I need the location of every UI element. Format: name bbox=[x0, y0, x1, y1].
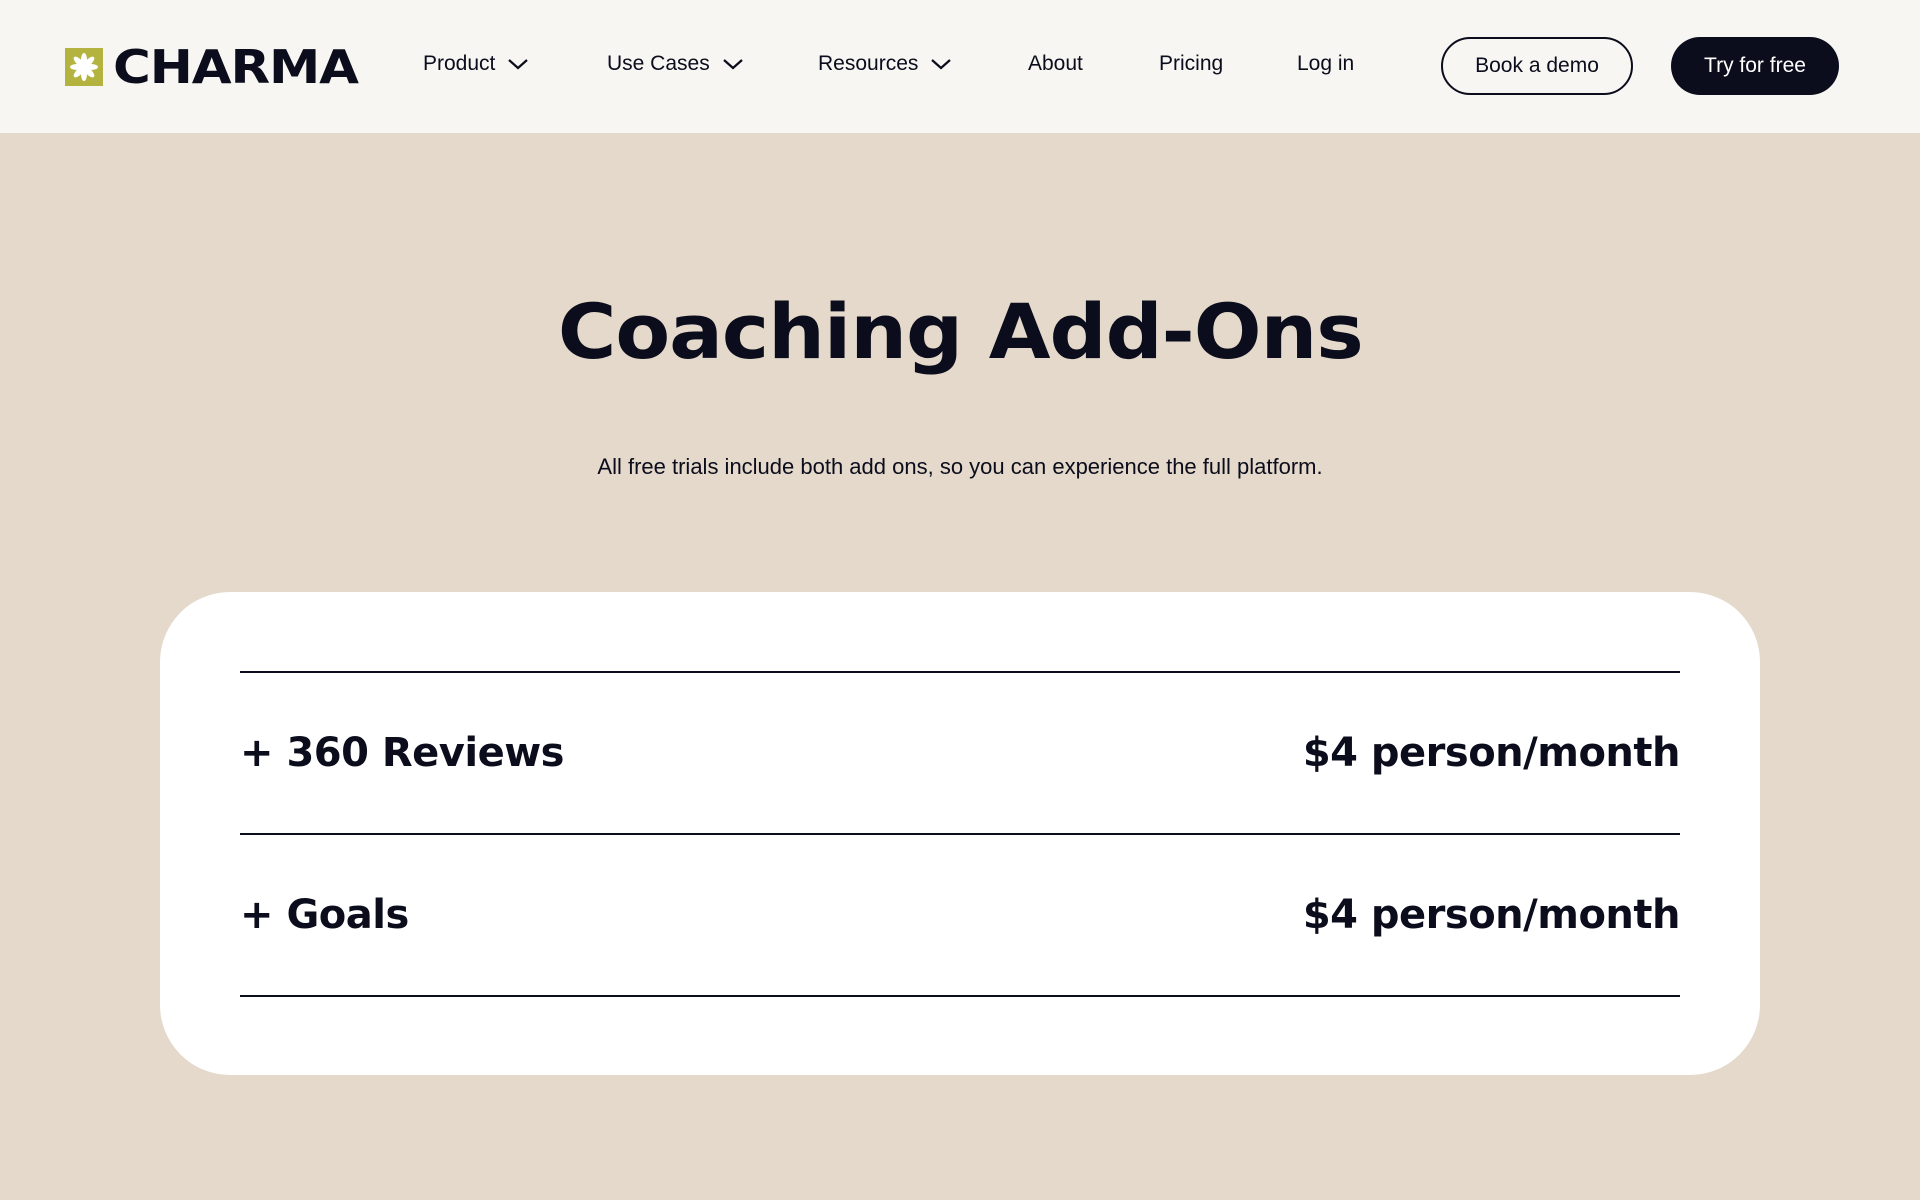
chevron-down-icon bbox=[931, 59, 952, 70]
nav-item-about[interactable]: About bbox=[1028, 50, 1083, 78]
nav-item-label: Product bbox=[423, 52, 496, 75]
nav-item-log-in[interactable]: Log in bbox=[1297, 50, 1354, 78]
addon-price: $4 person/month bbox=[1302, 892, 1681, 938]
starburst-icon bbox=[65, 48, 103, 86]
page-title-text: Coaching Add-Ons bbox=[557, 287, 1364, 376]
addon-name: + 360 Reviews bbox=[240, 730, 564, 776]
charma-logo[interactable]: CHARMA bbox=[65, 44, 359, 90]
addons-list: + 360 Reviews $4 person/month + Goals $4… bbox=[240, 671, 1681, 997]
chevron-down-icon bbox=[508, 59, 529, 70]
brand-name: CHARMA bbox=[113, 40, 359, 94]
addons-card: + 360 Reviews $4 person/month + Goals $4… bbox=[160, 592, 1760, 1075]
addon-name: + Goals bbox=[240, 892, 409, 938]
addon-price: $4 person/month bbox=[1302, 730, 1681, 776]
nav-item-label: Pricing bbox=[1159, 52, 1224, 75]
nav-item-use-cases[interactable]: Use Cases bbox=[607, 50, 744, 78]
nav-item-label: Log in bbox=[1297, 52, 1355, 75]
addon-row-goals: + Goals $4 person/month bbox=[240, 835, 1681, 997]
nav-item-label: Use Cases bbox=[607, 52, 710, 75]
book-demo-button[interactable]: Book a demo bbox=[1441, 37, 1633, 95]
nav-item-resources[interactable]: Resources bbox=[818, 50, 952, 78]
page-title: Coaching Add-Ons bbox=[0, 282, 1920, 382]
addon-row-360-reviews: + 360 Reviews $4 person/month bbox=[240, 673, 1681, 835]
site-header: CHARMA Product Use Cases Resources About… bbox=[0, 0, 1920, 133]
nav-item-label: About bbox=[1028, 52, 1083, 75]
nav-item-product[interactable]: Product bbox=[423, 50, 529, 78]
page-subtitle: All free trials include both add ons, so… bbox=[597, 454, 1323, 479]
nav-item-label: Resources bbox=[818, 52, 919, 75]
nav-item-pricing[interactable]: Pricing bbox=[1159, 50, 1223, 78]
chevron-down-icon bbox=[722, 59, 743, 70]
try-for-free-button[interactable]: Try for free bbox=[1671, 37, 1839, 95]
